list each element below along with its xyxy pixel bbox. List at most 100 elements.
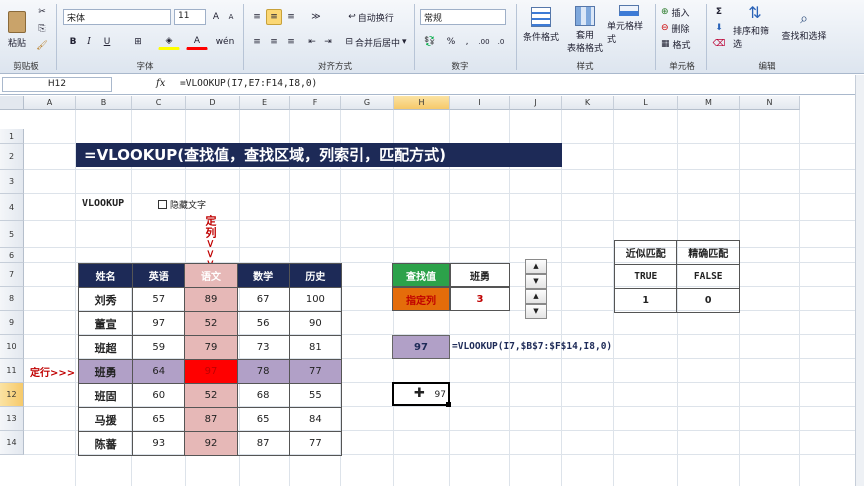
wrap-text-button[interactable]: ↩ 自动换行: [343, 9, 399, 25]
copy-icon[interactable]: ⎘: [34, 22, 50, 36]
score-cell[interactable]: 78: [236, 359, 290, 384]
format-cells-button[interactable]: ▦ 格式: [660, 37, 700, 51]
active-cell[interactable]: ✚ 97: [392, 382, 451, 407]
row-header-2[interactable]: 2: [0, 144, 24, 170]
fill-color-icon[interactable]: ◈: [158, 34, 180, 50]
italic-button[interactable]: I: [82, 34, 96, 50]
score-cell[interactable]: 84: [288, 407, 343, 432]
score-cell[interactable]: 79: [184, 335, 238, 360]
formula-input[interactable]: =VLOOKUP(I7,E7:F14,I8,0): [180, 78, 850, 89]
increase-decimal-icon[interactable]: .00: [476, 34, 492, 50]
align-left-icon[interactable]: ≡: [249, 34, 265, 50]
score-cell[interactable]: 89: [184, 287, 238, 312]
score-cell[interactable]: 87: [236, 431, 290, 456]
decrease-indent-icon[interactable]: ⇤: [305, 34, 319, 50]
align-top-icon[interactable]: ≡: [249, 9, 265, 25]
paste-button[interactable]: 粘贴: [4, 6, 30, 54]
row-header-9[interactable]: 9: [0, 311, 24, 335]
score-cell[interactable]: 65: [132, 407, 186, 432]
row-header-6[interactable]: 6: [0, 248, 24, 263]
borders-icon[interactable]: ⊞: [128, 34, 148, 50]
conditional-format-button[interactable]: 条件格式: [520, 4, 562, 46]
font-color-icon[interactable]: A: [186, 34, 208, 50]
column-header-a[interactable]: A: [24, 96, 76, 110]
sort-filter-button[interactable]: ⇅ 排序和筛选: [732, 3, 778, 50]
column-index-cell[interactable]: 3: [450, 287, 510, 311]
row-header-7[interactable]: 7: [0, 263, 24, 287]
student-name-cell[interactable]: 马援: [77, 407, 134, 432]
format-painter-icon[interactable]: 🖌: [34, 39, 50, 53]
merge-center-button[interactable]: ⊟ 合并后居中 ▾: [343, 34, 409, 50]
spin-up-button-2[interactable]: ▲: [525, 289, 547, 304]
score-cell[interactable]: 87: [184, 407, 238, 432]
vertical-scrollbar[interactable]: [855, 75, 864, 486]
align-center-icon[interactable]: ≡: [266, 34, 282, 50]
select-all-corner[interactable]: [0, 96, 24, 110]
student-name-cell[interactable]: 班固: [77, 383, 134, 408]
student-name-cell[interactable]: 班超: [77, 335, 134, 360]
row-header-3[interactable]: 3: [0, 170, 24, 194]
font-size-select[interactable]: 11: [174, 9, 206, 25]
decrease-decimal-icon[interactable]: .0: [493, 34, 509, 50]
fill-handle[interactable]: [446, 402, 451, 407]
column-header-g[interactable]: G: [341, 96, 394, 110]
align-right-icon[interactable]: ≡: [283, 34, 299, 50]
name-box[interactable]: H12: [2, 77, 112, 92]
score-cell[interactable]: 77: [288, 431, 343, 456]
column-header-c[interactable]: C: [132, 96, 186, 110]
score-cell[interactable]: 65: [236, 407, 290, 432]
column-header-i[interactable]: I: [450, 96, 510, 110]
column-header-h[interactable]: H: [394, 96, 450, 110]
phonetic-icon[interactable]: wén: [214, 34, 236, 50]
score-cell[interactable]: 93: [132, 431, 186, 456]
column-header-l[interactable]: L: [614, 96, 678, 110]
shrink-font-icon[interactable]: A: [224, 9, 238, 25]
student-name-cell[interactable]: 刘秀: [77, 287, 134, 312]
bold-button[interactable]: B: [66, 34, 80, 50]
score-cell[interactable]: 97: [184, 359, 238, 384]
spin-down-button-2[interactable]: ▼: [525, 304, 547, 319]
score-cell[interactable]: 77: [288, 359, 343, 384]
cell-styles-button[interactable]: 单元格样式: [606, 4, 652, 46]
row-header-5[interactable]: 5: [0, 221, 24, 248]
score-cell[interactable]: 52: [184, 383, 238, 408]
column-header-k[interactable]: K: [562, 96, 614, 110]
delete-cells-button[interactable]: ⊖ 删除: [660, 21, 700, 35]
row-header-8[interactable]: 8: [0, 287, 24, 311]
score-cell[interactable]: 81: [288, 335, 343, 360]
insert-cells-button[interactable]: ⊕ 插入: [660, 5, 700, 19]
autosum-button[interactable]: Σ: [710, 5, 728, 19]
align-bottom-icon[interactable]: ≡: [283, 9, 299, 25]
currency-icon[interactable]: 💱: [420, 34, 440, 50]
fx-icon[interactable]: fx: [156, 78, 165, 89]
clear-icon[interactable]: ⌫: [710, 37, 728, 51]
column-header-d[interactable]: D: [186, 96, 240, 110]
column-header-b[interactable]: B: [76, 96, 132, 110]
column-header-f[interactable]: F: [290, 96, 341, 110]
score-cell[interactable]: 100: [288, 287, 343, 312]
score-cell[interactable]: 90: [288, 311, 343, 336]
score-cell[interactable]: 64: [132, 359, 186, 384]
student-name-cell[interactable]: 董宣: [77, 311, 134, 336]
row-header-12[interactable]: 12: [0, 383, 24, 407]
cut-icon[interactable]: ✂: [34, 5, 50, 19]
score-cell[interactable]: 52: [184, 311, 238, 336]
score-cell[interactable]: 57: [132, 287, 186, 312]
percent-icon[interactable]: %: [444, 34, 458, 50]
column-header-n[interactable]: N: [740, 96, 800, 110]
score-cell[interactable]: 59: [132, 335, 186, 360]
lookup-value-cell[interactable]: 班勇: [450, 263, 510, 287]
increase-indent-icon[interactable]: ⇥: [321, 34, 335, 50]
row-header-1[interactable]: 1: [0, 129, 24, 144]
row-header-13[interactable]: 13: [0, 407, 24, 431]
grow-font-icon[interactable]: A: [209, 9, 223, 25]
row-header-11[interactable]: 11: [0, 359, 24, 383]
column-header-e[interactable]: E: [240, 96, 290, 110]
row-header-4[interactable]: 4: [0, 194, 24, 221]
result-cell[interactable]: 97: [392, 335, 450, 359]
font-name-select[interactable]: 宋体: [63, 9, 171, 25]
format-as-table-button[interactable]: 套用 表格格式: [564, 4, 606, 56]
score-cell[interactable]: 97: [132, 311, 186, 336]
row-header-10[interactable]: 10: [0, 335, 24, 359]
score-cell[interactable]: 60: [132, 383, 186, 408]
